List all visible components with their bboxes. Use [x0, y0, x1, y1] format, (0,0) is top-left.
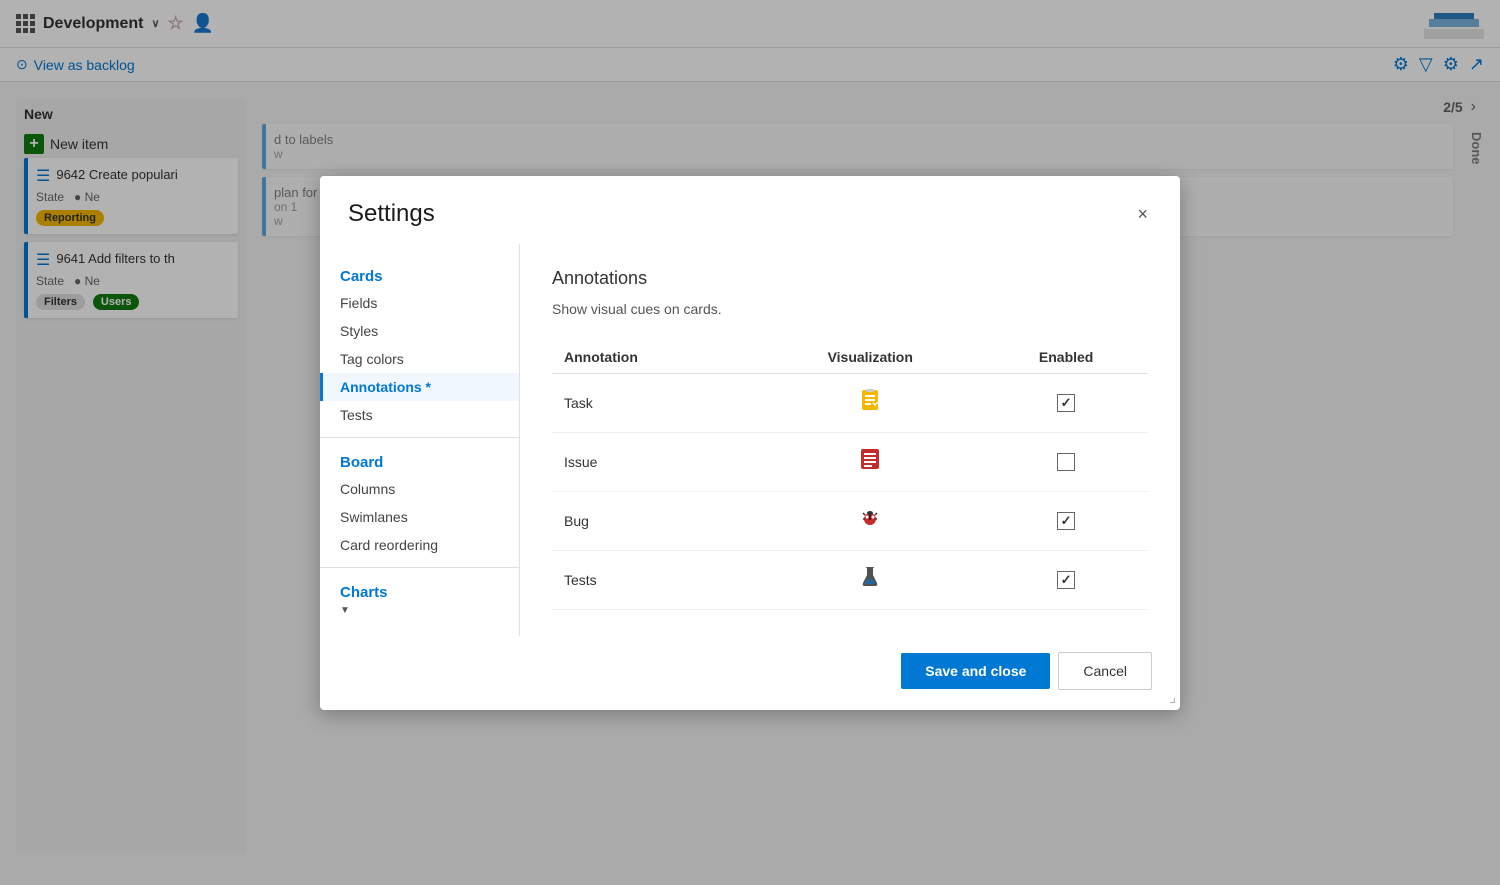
- bug-viz-icon: [858, 506, 882, 536]
- settings-content: Annotations Show visual cues on cards. A…: [520, 244, 1180, 636]
- nav-card-reordering[interactable]: Card reordering: [320, 531, 519, 559]
- task-enabled-cell[interactable]: [996, 394, 1136, 412]
- nav-tag-colors[interactable]: Tag colors: [320, 345, 519, 373]
- issue-viz-icon: [858, 447, 882, 477]
- nav-tests[interactable]: Tests: [320, 401, 519, 429]
- modal-close-button[interactable]: ×: [1133, 201, 1152, 227]
- tests-checkbox[interactable]: [1057, 571, 1075, 589]
- nav-board-section[interactable]: Board: [320, 446, 519, 475]
- nav-fields[interactable]: Fields: [320, 289, 519, 317]
- settings-modal: Settings × Cards Fields Styles Tag color…: [320, 176, 1180, 710]
- row-tests: Tests: [552, 550, 1148, 609]
- modal-body: Cards Fields Styles Tag colors Annotatio…: [320, 244, 1180, 636]
- col-annotation: Annotation: [552, 341, 756, 374]
- annotation-task-name: Task: [564, 395, 593, 411]
- nav-annotations[interactable]: Annotations *: [320, 373, 519, 401]
- annotation-issue-name: Issue: [564, 454, 597, 470]
- annotation-bug-name: Bug: [564, 513, 589, 529]
- annotation-tests-name: Tests: [564, 572, 597, 588]
- nav-divider2: [320, 567, 519, 568]
- cancel-button[interactable]: Cancel: [1058, 652, 1152, 690]
- col-enabled: Enabled: [984, 341, 1148, 374]
- nav-columns[interactable]: Columns: [320, 475, 519, 503]
- issue-checkbox[interactable]: [1057, 453, 1075, 471]
- settings-nav: Cards Fields Styles Tag colors Annotatio…: [320, 244, 520, 636]
- content-title: Annotations: [552, 268, 1148, 289]
- bug-checkbox[interactable]: [1057, 512, 1075, 530]
- annotations-table: Annotation Visualization Enabled Task: [552, 341, 1148, 610]
- modal-header: Settings ×: [320, 176, 1180, 244]
- modal-title: Settings: [348, 200, 435, 228]
- charts-arrow-icon: ▼: [340, 605, 499, 616]
- task-viz-icon: [858, 388, 882, 418]
- col-visualization: Visualization: [756, 341, 984, 374]
- tests-enabled-cell[interactable]: [996, 571, 1136, 589]
- nav-swimlanes[interactable]: Swimlanes: [320, 503, 519, 531]
- resize-handle[interactable]: ⌟: [1169, 689, 1176, 706]
- row-issue: Issue: [552, 432, 1148, 491]
- nav-divider: [320, 437, 519, 438]
- issue-enabled-cell[interactable]: [996, 453, 1136, 471]
- nav-charts-section: Charts ▼: [320, 576, 519, 620]
- row-task: Task: [552, 373, 1148, 432]
- nav-styles[interactable]: Styles: [320, 317, 519, 345]
- modal-overlay: Settings × Cards Fields Styles Tag color…: [0, 0, 1500, 885]
- save-close-button[interactable]: Save and close: [901, 653, 1050, 689]
- bug-enabled-cell[interactable]: [996, 512, 1136, 530]
- content-description: Show visual cues on cards.: [552, 301, 1148, 317]
- task-checkbox[interactable]: [1057, 394, 1075, 412]
- modal-footer: Save and close Cancel: [320, 636, 1180, 710]
- nav-charts[interactable]: Charts: [340, 584, 499, 601]
- row-bug: Bug: [552, 491, 1148, 550]
- tests-viz-icon: [858, 565, 882, 595]
- nav-cards-section[interactable]: Cards: [320, 260, 519, 289]
